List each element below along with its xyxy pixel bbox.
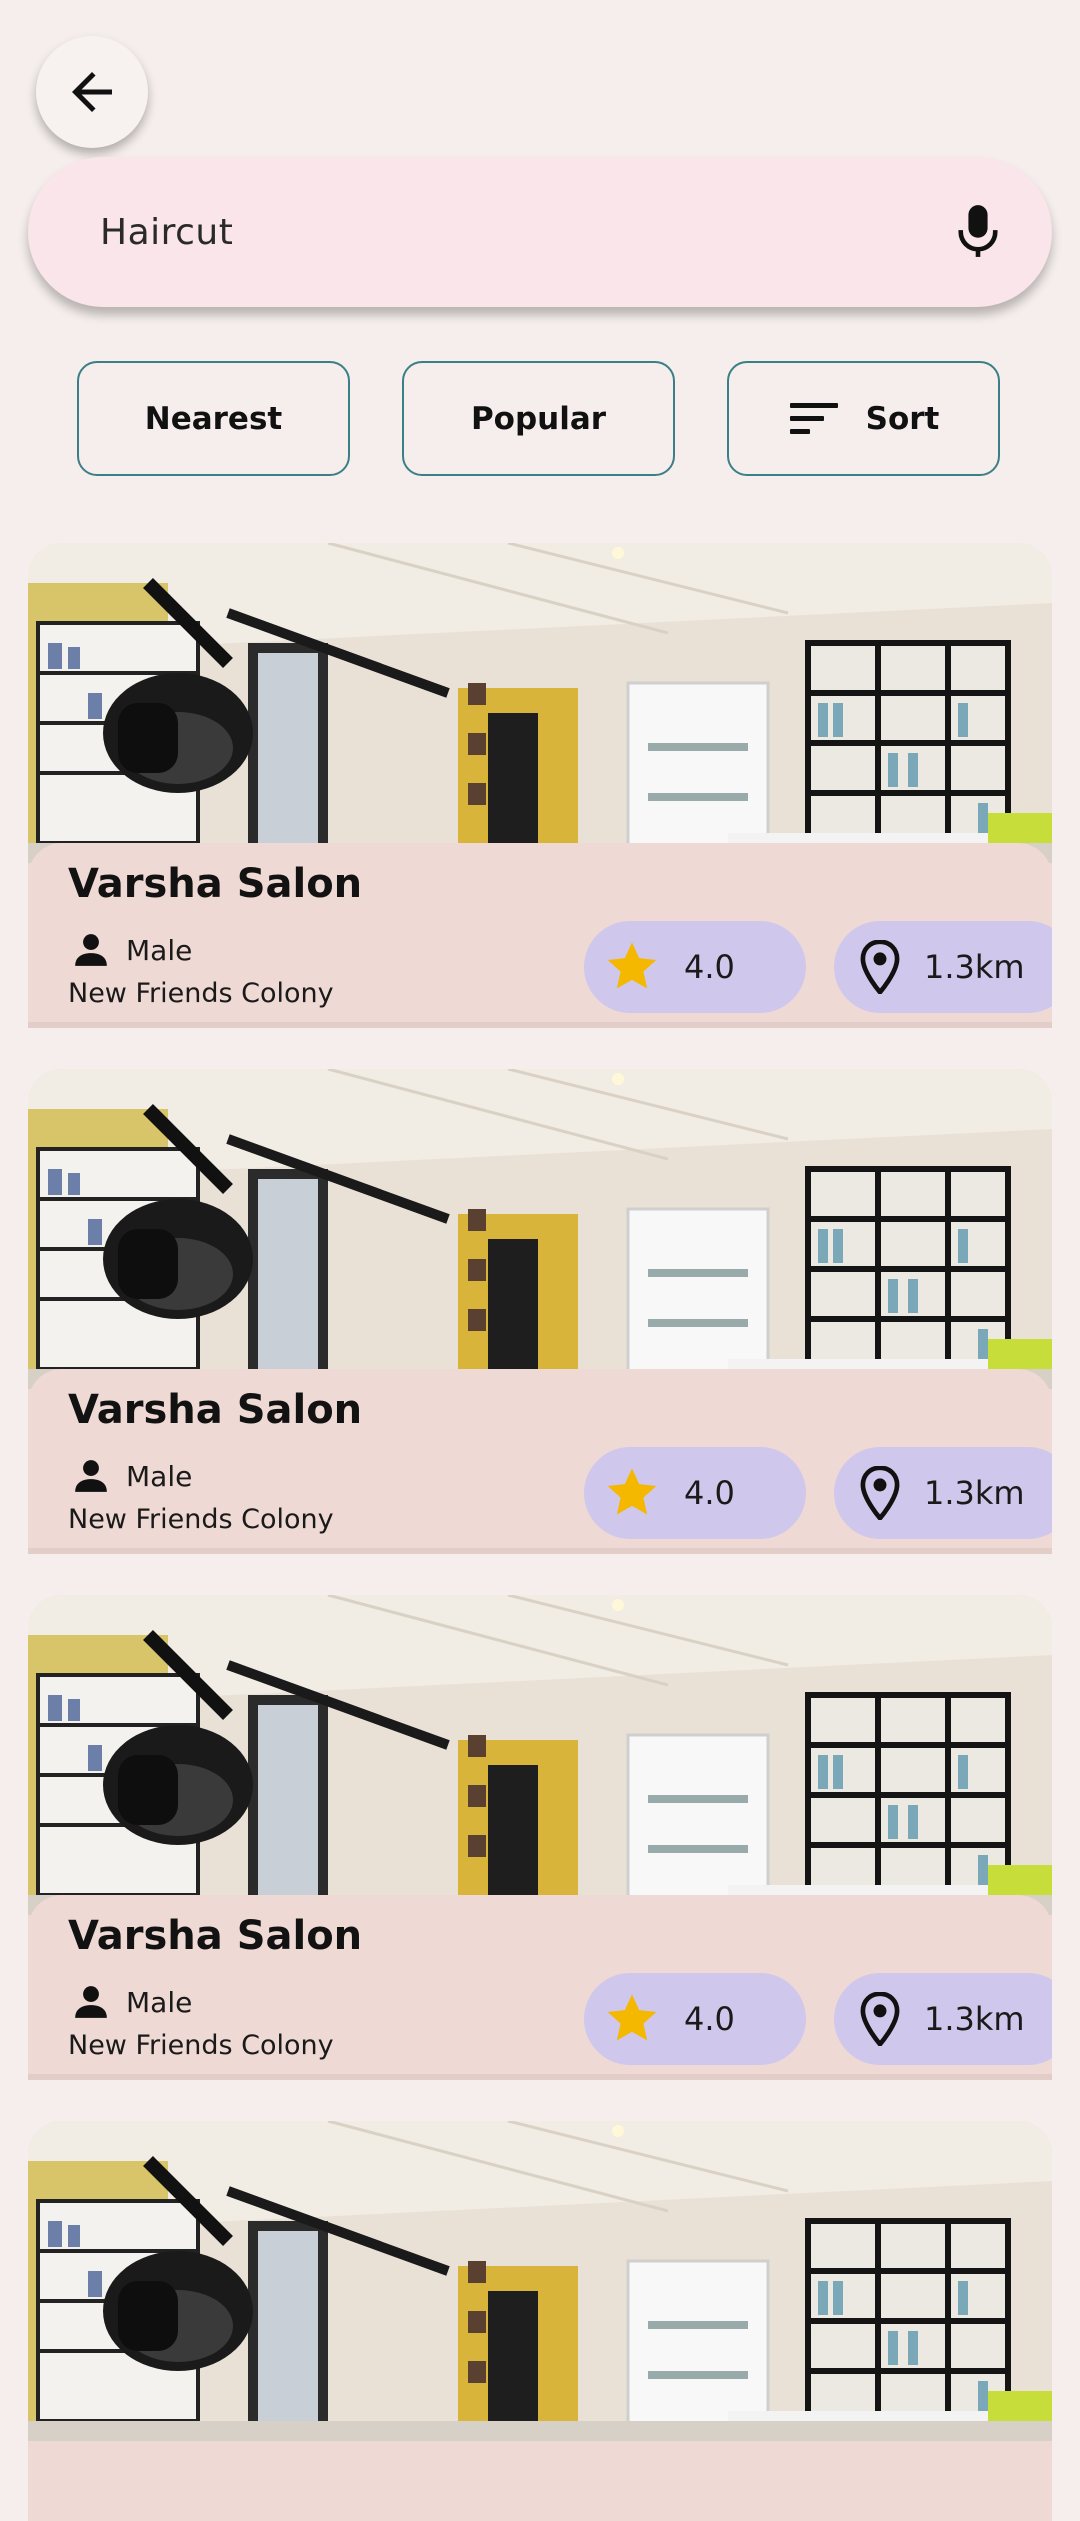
location-pin-icon — [860, 1992, 900, 2046]
salon-card[interactable]: Varsha Salon Male New Friends Colony 4.0… — [28, 1595, 1052, 2080]
salon-card[interactable]: Varsha Salon Male New Friends Colony 4.0… — [28, 543, 1052, 1028]
location-text: New Friends Colony — [68, 978, 334, 1009]
person-icon — [75, 1460, 107, 1492]
search-bar[interactable]: Haircut — [28, 157, 1052, 307]
salon-photo — [28, 1595, 1052, 1915]
rating-badge: 4.0 — [584, 1447, 806, 1539]
distance-badge: 1.3km — [834, 921, 1052, 1013]
salon-name: Varsha Salon — [68, 861, 363, 907]
gender-label: Male — [126, 1459, 193, 1493]
salon-card[interactable]: Varsha Salon Male New Friends Colony 4.0… — [28, 1069, 1052, 1554]
gender-row: Male — [72, 1983, 192, 2021]
sort-button[interactable]: Sort — [727, 361, 1000, 476]
rating-badge: 4.0 — [584, 1973, 806, 2065]
gender-row: Male — [72, 931, 192, 969]
distance-badge: 1.3km — [834, 1447, 1052, 1539]
rating-value: 4.0 — [684, 2000, 735, 2038]
salon-info: Varsha Salon Male New Friends Colony 4.0… — [28, 843, 1052, 1028]
location-pin-icon — [860, 1466, 900, 1520]
rating-badge: 4.0 — [584, 921, 806, 1013]
popular-filter-label: Popular — [470, 400, 607, 437]
distance-value: 1.3km — [924, 1474, 1025, 1512]
salon-name: Varsha Salon — [68, 1913, 363, 1959]
nearest-filter-label: Nearest — [144, 400, 283, 437]
salon-photo — [28, 1069, 1052, 1389]
sort-lines-icon — [788, 399, 840, 439]
search-input[interactable]: Haircut — [100, 212, 950, 253]
popular-filter-button[interactable]: Popular — [402, 361, 675, 476]
star-icon — [607, 1994, 657, 2041]
salon-photo — [28, 2121, 1052, 2441]
person-icon — [75, 1986, 107, 2018]
microphone-icon[interactable] — [950, 197, 1006, 267]
star-icon — [607, 1468, 657, 1515]
gender-row: Male — [72, 1457, 192, 1495]
distance-value: 1.3km — [924, 948, 1025, 986]
location-text: New Friends Colony — [68, 2030, 334, 2061]
back-button[interactable] — [36, 36, 148, 148]
location-pin-icon — [860, 940, 900, 994]
rating-value: 4.0 — [684, 1474, 735, 1512]
nearest-filter-button[interactable]: Nearest — [77, 361, 350, 476]
gender-label: Male — [126, 1985, 193, 2019]
star-icon — [607, 942, 657, 989]
distance-value: 1.3km — [924, 2000, 1025, 2038]
gender-label: Male — [126, 933, 193, 967]
salon-info: Varsha Salon Male New Friends Colony 4.0… — [28, 1895, 1052, 2080]
salon-name: Varsha Salon — [68, 1387, 363, 1433]
arrow-left-icon — [72, 72, 112, 112]
sort-label: Sort — [865, 400, 940, 437]
rating-value: 4.0 — [684, 948, 735, 986]
salon-info: Varsha Salon Male New Friends Colony 4.0… — [28, 1369, 1052, 1554]
salon-photo — [28, 543, 1052, 863]
location-text: New Friends Colony — [68, 1504, 334, 1535]
person-icon — [75, 934, 107, 966]
distance-badge: 1.3km — [834, 1973, 1052, 2065]
salon-card[interactable] — [28, 2121, 1052, 2521]
filter-row: Nearest Popular Sort — [77, 361, 1003, 476]
